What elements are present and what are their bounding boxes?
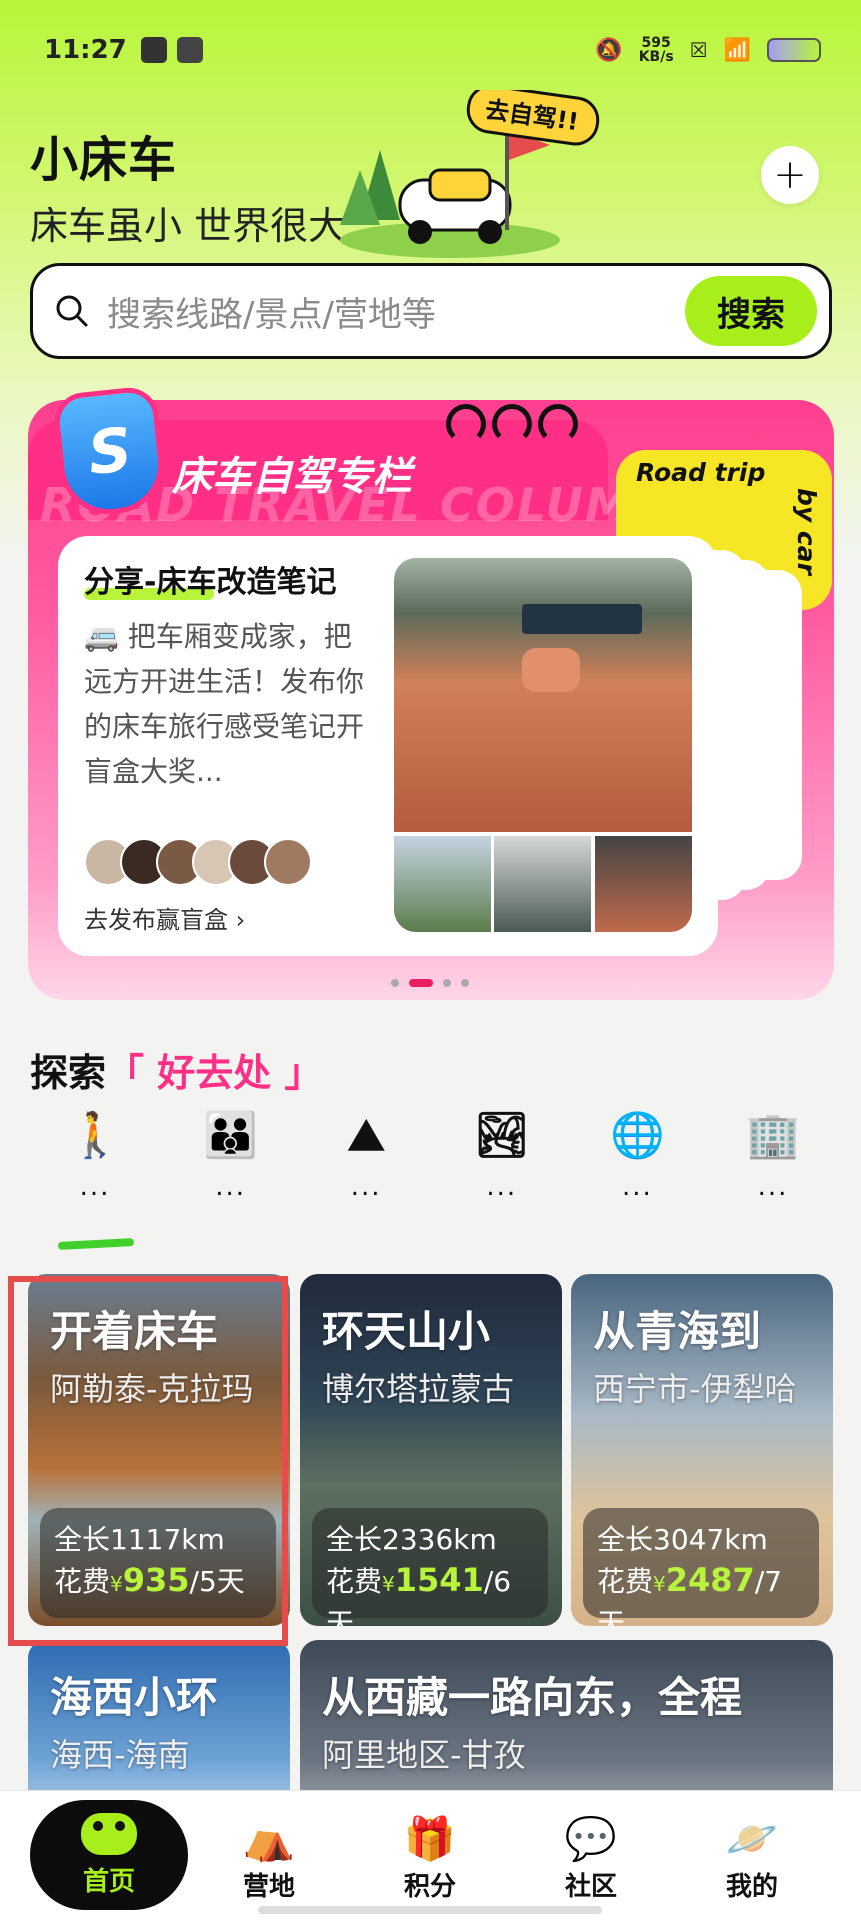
route-title: 海西小环 bbox=[50, 1673, 219, 1722]
card-thumbnail[interactable] bbox=[494, 836, 591, 932]
search-icon bbox=[56, 295, 88, 327]
route-length: 全长2336km bbox=[326, 1523, 497, 1556]
mascot-illustration: 去自驾!! bbox=[340, 90, 600, 258]
add-button[interactable]: + bbox=[761, 146, 819, 204]
tab-home[interactable]: 首页 bbox=[30, 1800, 188, 1910]
route-card[interactable]: 环天山小 博尔塔拉蒙古 全长2336km 花费¥1541/6天 bbox=[300, 1274, 562, 1626]
mute-icon: 🔕 bbox=[595, 37, 623, 63]
route-subtitle: 博尔塔拉蒙古 bbox=[322, 1370, 515, 1408]
banner-title: 床车自驾专栏 bbox=[172, 454, 412, 500]
city-icon: 🏢 bbox=[745, 1110, 801, 1161]
roadtrip-tag-line2: by car bbox=[792, 488, 821, 575]
route-info: 全长2336km 花费¥1541/6天 bbox=[312, 1508, 548, 1626]
search-button[interactable]: 搜索 bbox=[685, 276, 817, 346]
card-description: 🚐 把车厢变成家，把远方开进生活！发布你的床车旅行感受笔记开盲盒大奖... bbox=[84, 620, 365, 788]
tab-mine[interactable]: 🪐 我的 bbox=[697, 1814, 807, 1903]
category-tab-mountain[interactable]: ⛰ ... bbox=[311, 1108, 421, 1218]
family-icon: 👪 bbox=[203, 1110, 258, 1161]
hiking-icon: 🚶 bbox=[67, 1110, 123, 1161]
route-cost: 花费¥2487/7天 bbox=[597, 1561, 783, 1626]
explore-heading: 探索「 好去处 」 bbox=[30, 1051, 323, 1095]
card-thumbnail[interactable] bbox=[595, 836, 692, 932]
category-label: ... bbox=[757, 1172, 789, 1202]
carousel-dot[interactable] bbox=[443, 979, 451, 987]
category-label: ... bbox=[621, 1172, 653, 1202]
gift-icon: 🎁 bbox=[403, 1814, 457, 1863]
category-tab-family[interactable]: 👪 ... bbox=[176, 1108, 286, 1218]
mountain-icon: ⛰ bbox=[347, 1110, 385, 1161]
card-thumbnail[interactable] bbox=[394, 836, 491, 932]
route-subtitle: 海西-海南 bbox=[50, 1736, 190, 1774]
category-tab-city[interactable]: 🏢 ... bbox=[718, 1108, 828, 1218]
sim-icon: ☒ bbox=[689, 38, 708, 62]
search-bar[interactable]: 搜索线路/景点/营地等 搜索 bbox=[30, 263, 832, 359]
tab-community[interactable]: 💬 社区 bbox=[536, 1814, 646, 1903]
category-tab-lake[interactable]: 🏞 ... bbox=[447, 1108, 557, 1218]
carousel-dot-active[interactable] bbox=[409, 979, 433, 987]
route-title: 从西藏一路向东，全程 bbox=[322, 1673, 743, 1722]
search-input[interactable]: 搜索线路/景点/营地等 bbox=[107, 287, 685, 336]
notification-avatar-icon bbox=[140, 37, 167, 63]
gesture-bar bbox=[258, 1906, 602, 1914]
app-slogan: 床车虽小 世界很大 bbox=[30, 204, 347, 248]
carousel-dots bbox=[391, 979, 469, 987]
tab-camp[interactable]: ⛺ 营地 bbox=[214, 1814, 324, 1903]
route-info: 全长3047km 花费¥2487/7天 bbox=[583, 1508, 819, 1626]
home-mascot-icon bbox=[81, 1812, 137, 1855]
status-time: 11:27 bbox=[44, 35, 127, 65]
category-tab-hiking[interactable]: 🚶 ... bbox=[40, 1108, 150, 1218]
selection-highlight-box bbox=[8, 1276, 288, 1646]
carousel-dot[interactable] bbox=[461, 979, 469, 987]
planet-icon: 🌐 bbox=[609, 1110, 665, 1161]
status-bar: 11:27 🔕 595 KB/s ☒ 📶 bbox=[44, 30, 821, 70]
category-active-indicator bbox=[57, 1238, 135, 1250]
route-length: 全长3047km bbox=[597, 1523, 768, 1556]
route-card[interactable]: 从青海到 西宁市-伊犁哈 全长3047km 花费¥2487/7天 bbox=[571, 1274, 833, 1626]
car-screen-shape bbox=[522, 604, 642, 634]
route-title: 环天山小 bbox=[322, 1307, 491, 1356]
category-label: ... bbox=[350, 1172, 382, 1202]
planet-profile-icon: 🪐 bbox=[725, 1814, 779, 1863]
notification-app-icon bbox=[176, 37, 203, 63]
category-label: ... bbox=[215, 1172, 246, 1202]
battery-icon bbox=[767, 38, 821, 62]
pillow-shape bbox=[522, 648, 580, 692]
tab-mine-label: 我的 bbox=[725, 1872, 778, 1902]
tab-points-label: 积分 bbox=[403, 1872, 456, 1902]
tent-icon: ⛺ bbox=[242, 1814, 296, 1863]
network-speed: 595 KB/s bbox=[638, 35, 674, 65]
route-cost: 花费¥1541/6天 bbox=[326, 1561, 512, 1626]
avatar bbox=[264, 838, 312, 886]
route-title: 从青海到 bbox=[593, 1307, 762, 1356]
publish-link[interactable]: 去发布赢盲盒 › bbox=[84, 900, 245, 935]
wifi-icon: 📶 bbox=[723, 37, 751, 63]
app-title: 小床车 bbox=[30, 132, 178, 188]
route-subtitle: 阿里地区-甘孜 bbox=[322, 1736, 526, 1774]
category-label: ... bbox=[79, 1172, 111, 1202]
category-tabs: 🚶 ... 👪 ... ⛰ ... 🏞 ... 🌐 ... 🏢 ... bbox=[40, 1108, 828, 1218]
tab-camp-label: 营地 bbox=[242, 1872, 295, 1902]
tab-community-label: 社区 bbox=[564, 1872, 617, 1902]
binder-rings-icon bbox=[446, 404, 578, 444]
tab-points[interactable]: 🎁 积分 bbox=[375, 1814, 485, 1903]
route-subtitle: 西宁市-伊犁哈 bbox=[593, 1370, 797, 1408]
chat-bubble-icon: 💬 bbox=[564, 1814, 618, 1863]
category-tab-planet[interactable]: 🌐 ... bbox=[582, 1108, 692, 1218]
category-label: ... bbox=[486, 1172, 518, 1202]
tab-home-label: 首页 bbox=[82, 1866, 135, 1897]
avatar-group bbox=[84, 838, 312, 886]
carousel-dot[interactable] bbox=[391, 979, 399, 987]
card-main-photo[interactable] bbox=[394, 558, 692, 832]
roadtrip-tag-line1: Road trip bbox=[636, 458, 766, 487]
card-title: 分享-床车改造笔记 bbox=[84, 565, 337, 600]
lake-icon: 🏞 bbox=[473, 1110, 530, 1161]
